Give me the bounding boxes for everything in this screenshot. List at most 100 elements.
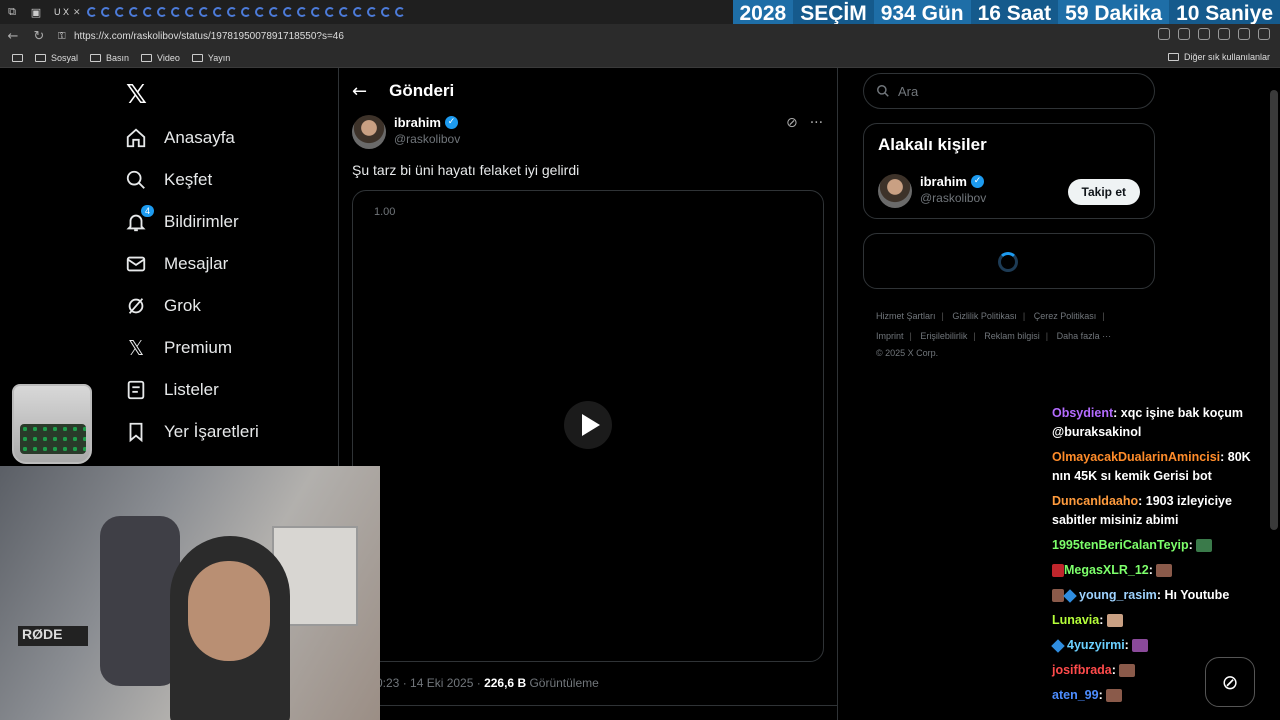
author-handle[interactable]: @raskolibov [394,132,460,146]
footer-link[interactable]: Hizmet Şartları [876,311,936,321]
sidebar-item-premium[interactable]: 𝕏 Premium [124,331,232,365]
grok-icon[interactable]: ⊘ [786,115,798,131]
footer-link[interactable]: Daha fazla ··· [1057,331,1112,341]
sidebar-item-bookmarks[interactable]: Yer İşaretleri [124,415,259,449]
sidebar-item-lists[interactable]: Listeler [124,373,219,407]
avatar[interactable] [352,115,386,149]
search-input[interactable]: Ara [863,73,1155,109]
tab-favicon[interactable] [325,7,336,17]
tab-favicon[interactable] [297,7,308,17]
sidebar-item-grok[interactable]: Grok [124,289,201,323]
site-info-icon[interactable]: ⚿ [58,31,74,42]
x-logo-icon[interactable]: 𝕏 [126,80,147,110]
tab-favicon[interactable] [115,7,126,17]
related-handle[interactable]: @raskolibov [920,191,986,205]
grok-icon [124,294,148,318]
tab-favicon[interactable] [227,7,238,17]
back-arrow-icon[interactable]: ← [352,81,367,102]
post-author[interactable]: ibrahim ✓ @raskolibov [352,115,460,149]
tab-favicon[interactable] [213,7,224,17]
extension-icon[interactable] [1158,28,1170,40]
close-tab-icon[interactable]: ✕ [73,7,83,17]
post-timestamp[interactable]: 0:23 · 14 Eki 2025 · [376,676,484,690]
tab-favicon[interactable] [87,7,98,17]
author-name[interactable]: ibrahim [394,115,441,130]
tab-favicon[interactable] [143,7,154,17]
bookmark-toggle[interactable] [12,53,23,62]
tab-favicon[interactable] [395,7,406,17]
reload-icon[interactable]: ↻ [26,29,52,44]
tab-actions-icon[interactable]: ▣ [24,0,48,24]
separator: | [941,311,944,321]
bookmark-video[interactable]: Video [141,53,180,63]
footer-link[interactable]: Erişilebilirlik [920,331,967,341]
tab-favicon[interactable] [339,7,350,17]
play-icon [581,414,600,436]
tab-favicon[interactable] [171,7,182,17]
emote-icon [1156,564,1173,578]
folder-icon [1167,53,1179,61]
bookmark-other[interactable]: Diğer sık kullanılanlar [1167,52,1270,62]
footer-link[interactable]: Reklam bilgisi [984,331,1040,341]
chat-message: 1995tenBeriCalanTeyip: [1052,536,1272,555]
bookmark-yayin[interactable]: Yayın [191,53,230,63]
search-icon [877,85,889,97]
sidebar-item-home[interactable]: Anasayfa [124,121,235,155]
avatar[interactable] [878,174,912,208]
tab-favicon[interactable] [269,7,280,17]
related-person[interactable]: ibrahim ✓ @raskolibov [878,174,986,208]
active-tab-label[interactable]: U X [54,7,69,17]
column-divider [837,68,838,720]
tab-favicon[interactable] [353,7,364,17]
tab-favicon[interactable] [199,7,210,17]
extension-icon[interactable] [1178,28,1190,40]
footer-link[interactable]: Gizlilik Politikası [952,311,1017,321]
sidebar-item-explore[interactable]: Keşfet [124,163,212,197]
loading-spinner-icon [998,252,1018,272]
chat-user: MegasXLR_12 [1064,563,1149,577]
tab-favicon[interactable] [255,7,266,17]
tab-favicon[interactable] [129,7,140,17]
tab-favicon[interactable] [367,7,378,17]
tab-favicon[interactable] [283,7,294,17]
extension-icon[interactable] [1198,28,1210,40]
sidebar-item-messages[interactable]: Mesajlar [124,247,228,281]
chat-user: Duncanldaaho [1052,494,1139,508]
chat-user: 1995tenBeriCalanTeyip [1052,538,1189,552]
bookmark-basin[interactable]: Basın [90,53,129,63]
related-name[interactable]: ibrahim [920,174,967,189]
footer-links: Hizmet Şartları | Gizlilik Politikası | Çe… [876,306,1146,360]
grok-float-button[interactable]: ⊘ [1205,657,1255,707]
video-player[interactable]: 1.00 [352,190,824,662]
more-options-icon[interactable]: ··· [810,115,823,131]
bookmark-other-label: Diğer sık kullanılanlar [1183,52,1270,62]
related-name-row[interactable]: ibrahim ✓ [920,174,986,189]
favorites-icon[interactable] [1218,28,1230,40]
tab-favicon[interactable] [311,7,322,17]
workspaces-icon[interactable]: ⧉ [0,0,24,24]
play-button[interactable] [564,401,612,449]
sidebar-item-notifications[interactable]: 4 Bildirimler [124,205,239,239]
chat-message: Duncanldaaho: 1903 izleyiciye sabitler m… [1052,494,1232,527]
tab-favicon[interactable] [185,7,196,17]
profile-icon[interactable] [1238,28,1250,40]
sidebar-item-label: Grok [164,296,201,315]
gaming-chair [100,516,180,686]
url-field[interactable]: ⚿ https://x.com/raskolibov/status/197819… [58,26,918,46]
chat-message: OlmayacakDualarinAmincisi: 80K nın 45K s… [1052,450,1251,483]
page-scrollbar[interactable] [1270,90,1278,530]
footer-link[interactable]: Çerez Politikası [1034,311,1097,321]
tab-favicon[interactable] [241,7,252,17]
bell-icon: 4 [124,205,154,234]
tab-favicon[interactable] [101,7,112,17]
author-name-row[interactable]: ibrahim ✓ [394,115,460,130]
tab-favicon[interactable] [157,7,168,17]
footer-link[interactable]: Imprint [876,331,904,341]
tab-favicon[interactable] [381,7,392,17]
chat-user: Lunavia [1052,613,1100,627]
back-nav-icon[interactable]: ← [0,29,26,44]
follow-button[interactable]: Takip et [1067,179,1140,205]
url-text[interactable]: https://x.com/raskolibov/status/19781950… [74,31,344,42]
more-menu-icon[interactable] [1258,28,1270,40]
bookmark-sosyal[interactable]: Sosyal [35,53,78,63]
